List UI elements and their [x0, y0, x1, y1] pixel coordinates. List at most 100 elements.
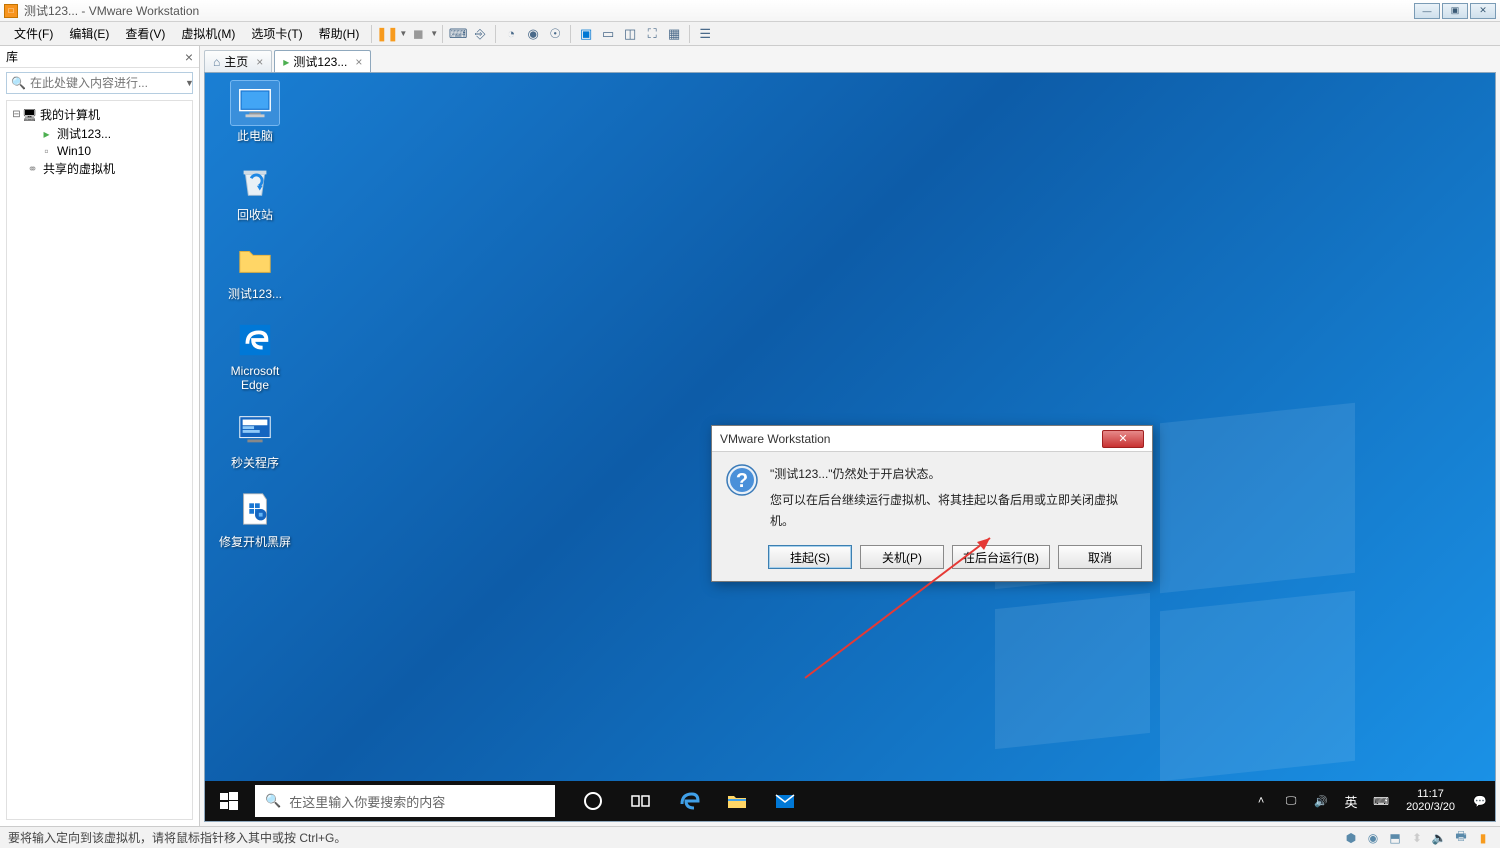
search-icon: 🔍	[265, 793, 281, 809]
desktop-shutdown-tool[interactable]: 秒关程序	[217, 408, 293, 471]
vmware-dialog: VMware Workstation ✕ ? "测试123..."仍然处于开启状…	[711, 425, 1153, 582]
run-background-button[interactable]: 在后台运行(B)	[952, 545, 1050, 569]
desktop-edge[interactable]: Microsoft Edge	[217, 318, 293, 392]
tray-display-icon[interactable]: 🖵	[1280, 781, 1302, 821]
dialog-titlebar[interactable]: VMware Workstation ✕	[712, 426, 1152, 452]
menu-help[interactable]: 帮助(H)	[311, 22, 368, 45]
tree-collapse-icon[interactable]: ⊟	[11, 109, 22, 120]
desktop-fix-boot[interactable]: 修复开机黑屏	[217, 487, 293, 550]
vm-running-icon: ▸	[283, 55, 289, 69]
desktop-recycle-bin[interactable]: 回收站	[217, 160, 293, 223]
tree-vm-item[interactable]: ▫ Win10	[9, 143, 190, 159]
menu-edit[interactable]: 编辑(E)	[61, 22, 117, 45]
status-message-icon[interactable]: ▮	[1474, 831, 1492, 845]
library-search-input[interactable]	[30, 76, 185, 90]
tree-my-computer[interactable]: ⊟ 🖥 我的计算机	[9, 105, 190, 124]
shared-icon: ⚭	[25, 162, 40, 176]
status-printer-icon[interactable]: 🖶	[1452, 831, 1470, 845]
dialog-text-line2: 您可以在后台继续运行虚拟机、将其挂起以备后用或立即关闭虚拟机。	[770, 490, 1138, 531]
status-device-icons: ⬢ ◉ ⬒ ⬍ 🔈 🖶 ▮	[1342, 831, 1492, 845]
tab-close-icon[interactable]: ×	[355, 55, 362, 69]
desktop-label: 回收站	[217, 206, 293, 223]
library-toggle-icon[interactable]: ☰	[694, 24, 716, 44]
tray-date: 2020/3/20	[1406, 801, 1455, 814]
tray-clock[interactable]: 11:17 2020/3/20	[1400, 788, 1461, 814]
search-dropdown-icon[interactable]: ▼	[185, 78, 194, 88]
library-close-icon[interactable]: ×	[185, 49, 193, 65]
library-panel: 库 × 🔍 ▼ ⊟ 🖥 我的计算机 ▸ 测试123... ▫ Win10	[0, 46, 200, 826]
tray-ime-icon[interactable]: 英	[1340, 781, 1362, 821]
send-ctrl-alt-del-icon[interactable]: ⌨	[447, 24, 469, 44]
vm-display[interactable]: 此电脑 回收站 测试123... Microsoft Edge 秒关程序	[204, 72, 1496, 822]
grab-input-icon[interactable]: ⎆	[469, 24, 491, 44]
content-area: ⌂ 主页 × ▸ 测试123... × 此电脑	[200, 46, 1500, 826]
tree-shared-label: 共享的虚拟机	[43, 160, 115, 177]
home-icon: ⌂	[213, 55, 220, 69]
cortana-icon[interactable]	[571, 781, 615, 821]
desktop-label: 秒关程序	[217, 454, 293, 471]
power-dropdown[interactable]: ▼	[430, 29, 438, 38]
desktop-icons: 此电脑 回收站 测试123... Microsoft Edge 秒关程序	[217, 81, 297, 566]
fullscreen-icon[interactable]: ▣	[575, 24, 597, 44]
windows-taskbar: 🔍 在这里输入你要搜索的内容 ˄ 🖵 🔊 英 ⌨	[205, 781, 1495, 821]
tray-volume-icon[interactable]: 🔊	[1310, 781, 1332, 821]
cancel-button[interactable]: 取消	[1058, 545, 1142, 569]
suspend-dropdown[interactable]: ▼	[399, 29, 407, 38]
tree-item-label: Win10	[57, 144, 91, 158]
status-disk-icon[interactable]: ⬢	[1342, 831, 1360, 845]
suspend-button[interactable]: 挂起(S)	[768, 545, 852, 569]
search-icon: 🔍	[11, 76, 26, 90]
menu-tabs[interactable]: 选项卡(T)	[243, 22, 310, 45]
library-search[interactable]: 🔍 ▼	[6, 72, 193, 94]
svg-text:?: ?	[736, 470, 748, 492]
menubar: 文件(F) 编辑(E) 查看(V) 虚拟机(M) 选项卡(T) 帮助(H) ❚❚…	[0, 22, 1500, 46]
status-usb-icon[interactable]: ⬍	[1408, 831, 1426, 845]
snapshot-manager-icon[interactable]: ☉	[544, 24, 566, 44]
vm-running-icon: ▸	[39, 127, 54, 141]
notifications-icon[interactable]: 💬	[1469, 781, 1491, 821]
tab-home[interactable]: ⌂ 主页 ×	[204, 50, 272, 72]
statusbar: 要将输入定向到该虚拟机，请将鼠标指针移入其中或按 Ctrl+G。 ⬢ ◉ ⬒ ⬍…	[0, 826, 1500, 848]
taskbar-search[interactable]: 🔍 在这里输入你要搜索的内容	[255, 785, 555, 817]
desktop-folder[interactable]: 测试123...	[217, 239, 293, 302]
tab-vm[interactable]: ▸ 测试123... ×	[274, 50, 371, 72]
power-dropdown-icon[interactable]: ◼	[407, 24, 429, 44]
close-button[interactable]: ✕	[1470, 3, 1496, 19]
desktop-label: 此电脑	[217, 127, 293, 144]
suspend-icon[interactable]: ❚❚	[376, 24, 398, 44]
multimon-icon[interactable]: ▦	[663, 24, 685, 44]
tray-keyboard-icon[interactable]: ⌨	[1370, 781, 1392, 821]
status-text: 要将输入定向到该虚拟机，请将鼠标指针移入其中或按 Ctrl+G。	[8, 829, 346, 846]
tray-expand-icon[interactable]: ˄	[1250, 781, 1272, 821]
status-sound-icon[interactable]: 🔈	[1430, 831, 1448, 845]
tab-home-label: 主页	[224, 53, 248, 70]
tree-shared-vms[interactable]: ⚭ 共享的虚拟机	[9, 159, 190, 178]
vmware-app-icon: □	[4, 4, 18, 18]
search-placeholder: 在这里输入你要搜索的内容	[289, 792, 445, 811]
status-cd-icon[interactable]: ◉	[1364, 831, 1382, 845]
explorer-taskbar-icon[interactable]	[715, 781, 759, 821]
dialog-close-button[interactable]: ✕	[1102, 430, 1144, 448]
minimize-button[interactable]: —	[1414, 3, 1440, 19]
start-button[interactable]	[205, 781, 253, 821]
revert-snapshot-icon[interactable]: ◉	[522, 24, 544, 44]
snapshot-icon[interactable]: ◔	[500, 24, 522, 44]
unity-icon[interactable]: ▭	[597, 24, 619, 44]
mail-taskbar-icon[interactable]	[763, 781, 807, 821]
status-network-icon[interactable]: ⬒	[1386, 831, 1404, 845]
window-controls: — ▣ ✕	[1414, 3, 1496, 19]
poweroff-button[interactable]: 关机(P)	[860, 545, 944, 569]
stretch-icon[interactable]: ⛶	[641, 24, 663, 44]
menu-file[interactable]: 文件(F)	[6, 22, 61, 45]
task-view-icon[interactable]	[619, 781, 663, 821]
maximize-button[interactable]: ▣	[1442, 3, 1468, 19]
tab-close-icon[interactable]: ×	[256, 55, 263, 69]
edge-taskbar-icon[interactable]	[667, 781, 711, 821]
menu-view[interactable]: 查看(V)	[117, 22, 173, 45]
tab-strip: ⌂ 主页 × ▸ 测试123... ×	[200, 46, 1500, 72]
dialog-text-line1: "测试123..."仍然处于开启状态。	[770, 464, 1138, 484]
desktop-this-pc[interactable]: 此电脑	[217, 81, 293, 144]
console-view-icon[interactable]: ◫	[619, 24, 641, 44]
menu-vm[interactable]: 虚拟机(M)	[173, 22, 243, 45]
tree-vm-item[interactable]: ▸ 测试123...	[9, 124, 190, 143]
